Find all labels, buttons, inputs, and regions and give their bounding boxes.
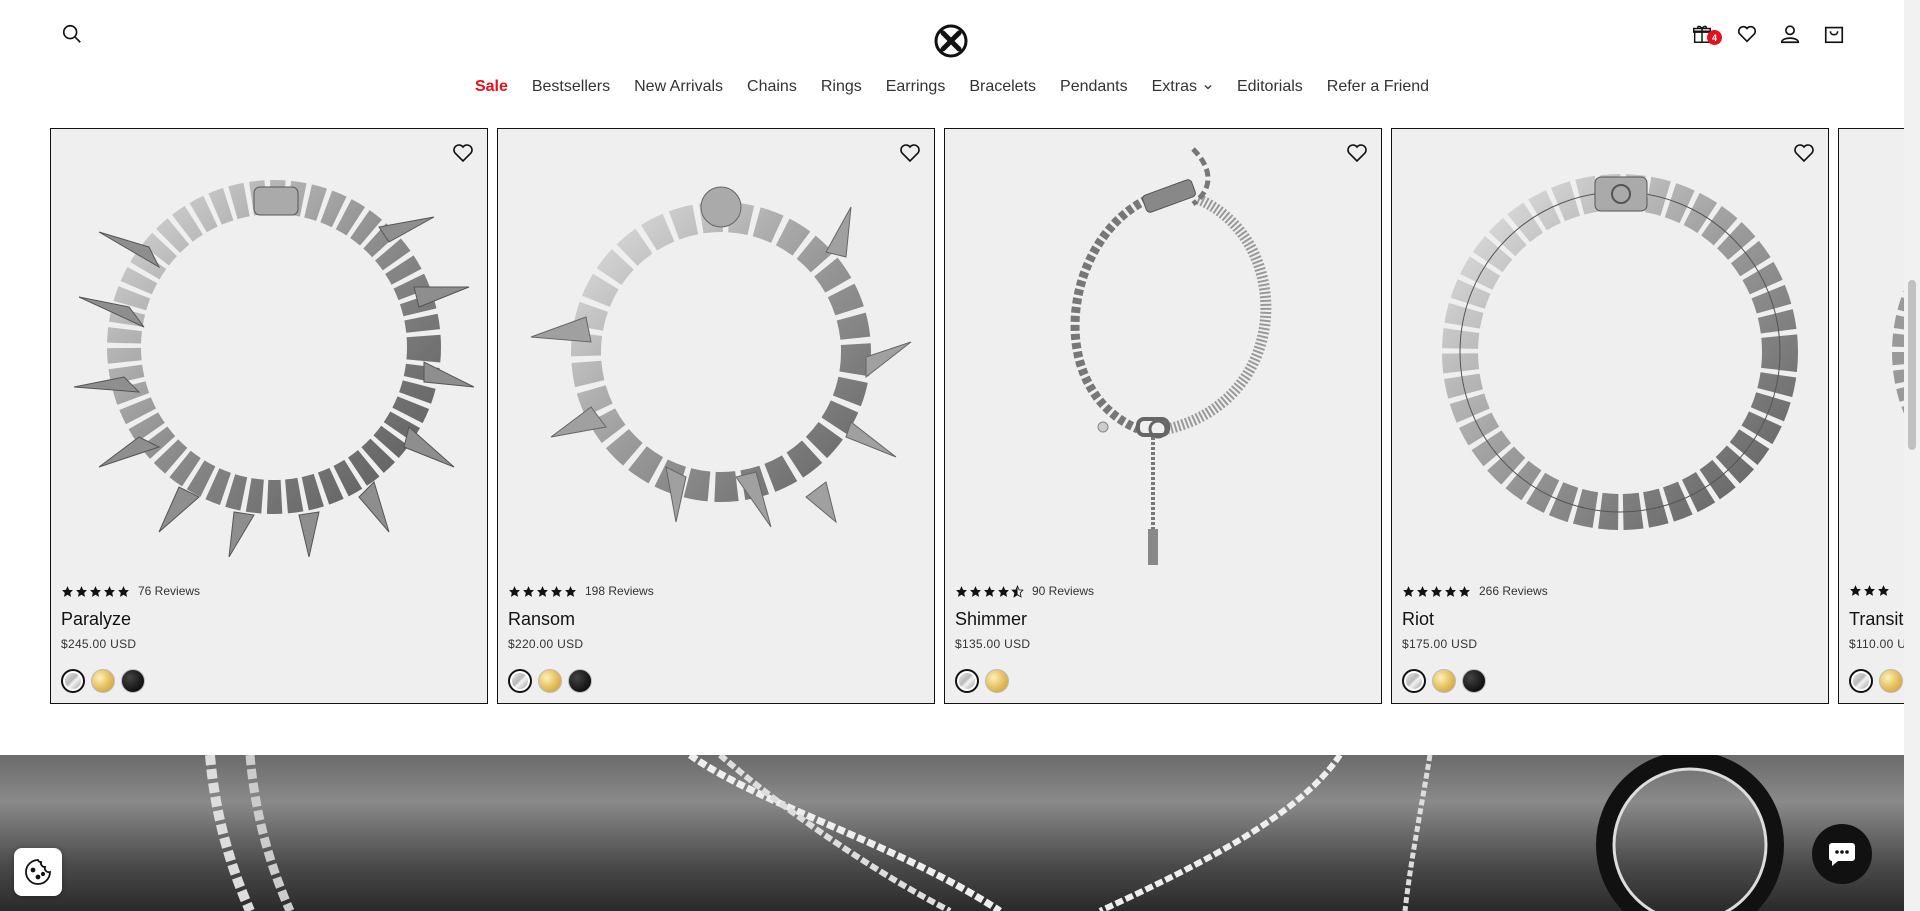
- product-rating: 198 Reviews: [508, 584, 654, 598]
- five-stars-icon: [508, 585, 577, 598]
- search-icon[interactable]: [58, 20, 86, 48]
- nav-item-chains[interactable]: Chains: [735, 78, 809, 96]
- five-stars-icon: [1849, 584, 1890, 597]
- swatch-black[interactable]: [1462, 669, 1486, 693]
- swatch-silver[interactable]: [1402, 669, 1426, 693]
- nav-item-new-arrivals[interactable]: New Arrivals: [622, 78, 735, 96]
- nav-item-bestsellers[interactable]: Bestsellers: [520, 78, 622, 96]
- product-price: $220.00 USD: [508, 637, 584, 651]
- swatch-black[interactable]: [121, 669, 145, 693]
- color-swatches: [508, 669, 592, 693]
- thorn-chain-necklace-image: [530, 186, 912, 528]
- page-scrollbar[interactable]: [1904, 0, 1920, 911]
- spiked-chain-necklace-image: [73, 180, 475, 557]
- product-rating: 76 Reviews: [61, 584, 200, 598]
- asymmetric-chain-necklace-image: [1070, 147, 1272, 565]
- product-price: $110.00 USD: [1849, 637, 1904, 651]
- main-nav: Sale Bestsellers New Arrivals Chains Rin…: [0, 78, 1904, 96]
- product-price: $245.00 USD: [61, 637, 137, 651]
- gift-icon[interactable]: 4: [1688, 20, 1722, 48]
- nav-item-extras[interactable]: Extras: [1140, 78, 1225, 96]
- wishlist-heart-icon[interactable]: [451, 141, 477, 167]
- review-count[interactable]: 90 Reviews: [1032, 584, 1094, 598]
- product-price: $135.00 USD: [955, 637, 1031, 651]
- chevron-down-icon: [1204, 85, 1212, 90]
- swatch-silver[interactable]: [1849, 669, 1873, 693]
- color-swatches: [955, 669, 1009, 693]
- product-card[interactable]: 198 Reviews Ransom $220.00 USD: [497, 128, 935, 704]
- product-image[interactable]: [51, 129, 487, 565]
- product-name[interactable]: Transit: [1849, 609, 1903, 630]
- chains-banner-photo: [205, 755, 1784, 911]
- account-icon[interactable]: [1776, 20, 1804, 48]
- nav-item-editorials[interactable]: Editorials: [1225, 78, 1315, 96]
- nav-item-bracelets[interactable]: Bracelets: [957, 78, 1048, 96]
- chain-necklace-image: [1892, 290, 1904, 414]
- product-name[interactable]: Ransom: [508, 609, 575, 630]
- chat-bubble-icon[interactable]: [1812, 824, 1872, 884]
- crossed-circle-logo-icon[interactable]: [934, 24, 968, 58]
- five-stars-icon: [1402, 585, 1471, 598]
- swatch-black[interactable]: [568, 669, 592, 693]
- scrollbar-thumb[interactable]: [1908, 280, 1916, 450]
- product-name[interactable]: Paralyze: [61, 609, 131, 630]
- swatch-silver[interactable]: [61, 669, 85, 693]
- product-image[interactable]: [1839, 129, 1904, 565]
- product-card[interactable]: Transit $110.00 USD: [1838, 128, 1904, 704]
- product-price: $175.00 USD: [1402, 637, 1478, 651]
- product-carousel: 76 Reviews Paralyze $245.00 USD 198 Revi…: [50, 128, 1904, 704]
- nav-item-extras-label: Extras: [1151, 78, 1197, 95]
- nav-item-earrings[interactable]: Earrings: [874, 78, 958, 96]
- swatch-gold[interactable]: [1432, 669, 1456, 693]
- color-swatches: [61, 669, 145, 693]
- cookie-settings-icon[interactable]: [14, 848, 62, 896]
- swatch-gold[interactable]: [91, 669, 115, 693]
- product-image[interactable]: [1392, 129, 1828, 565]
- heart-icon[interactable]: [1733, 20, 1761, 48]
- swatch-silver[interactable]: [955, 669, 979, 693]
- nav-item-refer-a-friend[interactable]: Refer a Friend: [1315, 78, 1441, 96]
- product-rating: 90 Reviews: [955, 584, 1094, 598]
- swatch-gold[interactable]: [1879, 669, 1903, 693]
- nav-item-rings[interactable]: Rings: [809, 78, 874, 96]
- product-image[interactable]: [498, 129, 934, 565]
- swatch-gold[interactable]: [538, 669, 562, 693]
- swatch-gold[interactable]: [985, 669, 1009, 693]
- review-count[interactable]: 76 Reviews: [138, 584, 200, 598]
- review-count[interactable]: 266 Reviews: [1479, 584, 1548, 598]
- cart-icon[interactable]: [1820, 20, 1848, 48]
- cuban-chain-necklace-image: [1442, 174, 1798, 530]
- color-swatches: [1402, 669, 1486, 693]
- product-card[interactable]: 266 Reviews Riot $175.00 USD: [1391, 128, 1829, 704]
- product-card[interactable]: 90 Reviews Shimmer $135.00 USD: [944, 128, 1382, 704]
- nav-item-pendants[interactable]: Pendants: [1048, 78, 1140, 96]
- review-count[interactable]: 198 Reviews: [585, 584, 654, 598]
- wishlist-heart-icon[interactable]: [1792, 141, 1818, 167]
- four-and-half-stars-icon: [955, 584, 1024, 598]
- wishlist-heart-icon[interactable]: [1345, 141, 1371, 167]
- rewards-badge: 4: [1707, 30, 1722, 45]
- swatch-silver[interactable]: [508, 669, 532, 693]
- nav-item-sale[interactable]: Sale: [463, 78, 520, 96]
- editorial-banner-image: [0, 755, 1904, 911]
- product-rating: 266 Reviews: [1402, 584, 1548, 598]
- product-name[interactable]: Riot: [1402, 609, 1434, 630]
- wishlist-heart-icon[interactable]: [898, 141, 924, 167]
- five-stars-icon: [61, 585, 130, 598]
- product-card[interactable]: 76 Reviews Paralyze $245.00 USD: [50, 128, 488, 704]
- product-rating: [1849, 584, 1890, 597]
- site-header: 4: [0, 0, 1904, 70]
- color-swatches: [1849, 669, 1903, 693]
- product-name[interactable]: Shimmer: [955, 609, 1027, 630]
- product-image[interactable]: [945, 129, 1381, 565]
